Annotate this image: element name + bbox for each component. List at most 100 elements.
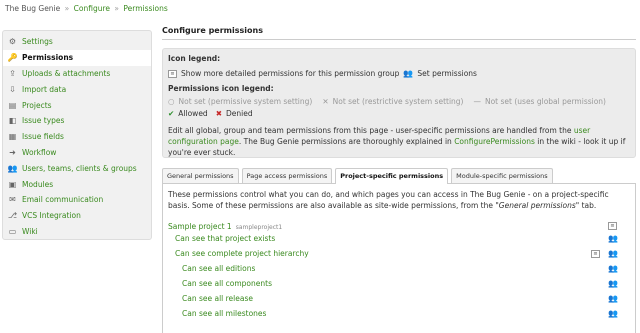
set-permissions-icon[interactable]: 👥 bbox=[608, 234, 618, 243]
perm-label[interactable]: Can see all milestones bbox=[182, 309, 266, 318]
sidebar-item-vcs[interactable]: ⎇ VCS Integration bbox=[3, 208, 151, 224]
set-permissions-icon[interactable]: 👥 bbox=[608, 264, 618, 273]
config-sidebar: ⚙ Settings 🔑 Permissions ⇪ Uploads & attach… bbox=[2, 30, 152, 240]
sidebar-item-label: Users, teams, clients & groups bbox=[22, 163, 137, 173]
perm-row: Can see that project exists 👥 bbox=[168, 231, 630, 246]
sidebar-item-label: VCS Integration bbox=[22, 211, 81, 221]
not-set-global-label: Not set (uses global permission) bbox=[484, 97, 606, 106]
breadcrumb-configure[interactable]: Configure bbox=[74, 4, 110, 13]
para-text: . The Bug Genie permissions are thorough… bbox=[238, 137, 455, 146]
perm-label[interactable]: Can see all components bbox=[182, 279, 272, 288]
perm-legend-row: ○ Not set (permissive system setting) ✕ … bbox=[168, 97, 630, 106]
gear-icon: ⚙ bbox=[8, 37, 17, 47]
legend-paragraph: Edit all global, group and team permissi… bbox=[168, 125, 630, 158]
detail-icon[interactable]: ≡ bbox=[591, 249, 601, 258]
perm-row: Can see all editions 👥 bbox=[168, 261, 630, 276]
perm-label[interactable]: Can see all editions bbox=[182, 264, 255, 273]
sidebar-item-workflow[interactable]: ➜ Workflow bbox=[3, 145, 151, 161]
upload-icon: ⇪ bbox=[9, 68, 16, 78]
breadcrumb-app[interactable]: The Bug Genie bbox=[5, 4, 60, 13]
sidebar-item-modules[interactable]: ▣ Modules bbox=[3, 176, 151, 192]
issue-type-icon: ◧ bbox=[8, 116, 17, 126]
sidebar-item-wiki[interactable]: ▭ Wiki bbox=[3, 224, 151, 240]
key-icon: 🔑 bbox=[7, 53, 18, 63]
vcs-icon: ⎇ bbox=[7, 211, 18, 221]
sidebar-item-uploads[interactable]: ⇪ Uploads & attachments bbox=[3, 66, 151, 82]
project-name[interactable]: Sample project 1 bbox=[168, 222, 232, 231]
allowed-icon: ✔ bbox=[168, 109, 175, 118]
perm-label[interactable]: Can see complete project hierarchy bbox=[175, 249, 309, 258]
folder-icon: ▤ bbox=[8, 100, 17, 110]
not-set-restrictive-icon: ✕ bbox=[322, 97, 329, 106]
configure-permissions-link[interactable]: ConfigurePermissions bbox=[454, 137, 535, 146]
sidebar-item-issue-fields[interactable]: ▦ Issue fields bbox=[3, 129, 151, 145]
breadcrumb: The Bug Genie » Configure » Permissions bbox=[5, 4, 168, 14]
perm-row: Can see all components 👥 bbox=[168, 276, 630, 291]
perm-row: Can see all milestones 👥 bbox=[168, 306, 630, 321]
sidebar-item-email[interactable]: ✉ Email communication bbox=[3, 192, 151, 208]
not-set-permissive-label: Not set (permissive system setting) bbox=[178, 97, 313, 106]
perm-row: Can see all release 👥 bbox=[168, 291, 630, 306]
tab-intro: These permissions control what you can d… bbox=[168, 189, 630, 211]
sidebar-item-permissions[interactable]: 🔑 Permissions bbox=[3, 49, 151, 66]
not-set-global-icon: — bbox=[473, 97, 481, 106]
breadcrumb-permissions[interactable]: Permissions bbox=[123, 4, 167, 13]
page-title: Configure permissions bbox=[162, 26, 636, 40]
sidebar-item-issue-types[interactable]: ◧ Issue types bbox=[3, 113, 151, 129]
issue-field-icon: ▦ bbox=[8, 132, 17, 142]
breadcrumb-sep: » bbox=[114, 4, 119, 13]
not-set-restrictive-label: Not set (restrictive system setting) bbox=[332, 97, 464, 106]
tab-general-permissions[interactable]: General permissions bbox=[162, 168, 239, 183]
set-permissions-icon: 👥 bbox=[403, 69, 414, 78]
sidebar-item-settings[interactable]: ⚙ Settings bbox=[3, 34, 151, 50]
tab-panel: These permissions control what you can d… bbox=[162, 184, 636, 333]
email-icon: ✉ bbox=[9, 195, 16, 205]
icon-legend-set: Set permissions bbox=[417, 69, 477, 78]
tab-page-access-permissions[interactable]: Page access permissions bbox=[241, 168, 333, 183]
sidebar-item-label: Permissions bbox=[22, 53, 74, 63]
detail-icon: ≡ bbox=[168, 69, 177, 78]
main-content: Configure permissions Icon legend: ≡ Sho… bbox=[162, 22, 636, 333]
import-icon: ⇩ bbox=[9, 84, 16, 94]
workflow-icon: ➜ bbox=[9, 147, 16, 157]
sidebar-item-label: Import data bbox=[22, 84, 67, 94]
not-set-permissive-icon: ○ bbox=[168, 97, 175, 106]
set-permissions-icon[interactable]: 👥 bbox=[608, 294, 618, 303]
intro-text: " tab. bbox=[575, 201, 597, 210]
set-permissions-icon[interactable]: 👥 bbox=[608, 309, 618, 318]
sidebar-item-users[interactable]: 👥 Users, teams, clients & groups bbox=[3, 160, 151, 176]
tab-project-specific-permissions[interactable]: Project-specific permissions bbox=[335, 168, 449, 184]
sidebar-item-projects[interactable]: ▤ Projects bbox=[3, 97, 151, 113]
sidebar-item-import[interactable]: ⇩ Import data bbox=[3, 81, 151, 97]
project-row[interactable]: Sample project 1 sampleproject1 ≡ bbox=[168, 221, 630, 231]
detail-icon[interactable]: ≡ bbox=[608, 222, 617, 230]
perm-legend-title: Permissions icon legend: bbox=[168, 84, 274, 93]
permission-tabs: General permissions Page access permissi… bbox=[162, 168, 636, 184]
module-icon: ▣ bbox=[8, 179, 17, 189]
legend-box: Icon legend: ≡ Show more detailed permis… bbox=[162, 48, 636, 158]
sidebar-item-label: Settings bbox=[22, 37, 53, 47]
tab-module-specific-permissions[interactable]: Module-specific permissions bbox=[451, 168, 553, 183]
sidebar-item-label: Modules bbox=[22, 179, 54, 189]
para-text: Edit all global, group and team permissi… bbox=[168, 126, 574, 135]
icon-legend-detail: Show more detailed permissions for this … bbox=[181, 69, 400, 78]
sidebar-item-label: Wiki bbox=[22, 226, 38, 236]
sidebar-item-label: Projects bbox=[22, 100, 52, 110]
perm-legend-row-2: ✔ Allowed ✖ Denied bbox=[168, 109, 630, 118]
set-permissions-icon[interactable]: 👥 bbox=[608, 249, 618, 258]
perm-row: Can see complete project hierarchy ≡ 👥 bbox=[168, 246, 630, 261]
sidebar-item-label: Workflow bbox=[22, 147, 57, 157]
allowed-label: Allowed bbox=[178, 109, 208, 118]
denied-icon: ✖ bbox=[215, 109, 222, 118]
icon-legend-row: ≡ Show more detailed permissions for thi… bbox=[168, 69, 630, 78]
denied-label: Denied bbox=[226, 109, 253, 118]
set-permissions-icon[interactable]: 👥 bbox=[608, 279, 618, 288]
breadcrumb-sep: » bbox=[64, 4, 70, 13]
perm-label[interactable]: Can see all release bbox=[182, 294, 253, 303]
intro-em: General permissions bbox=[498, 201, 576, 210]
wiki-icon: ▭ bbox=[8, 226, 17, 236]
perm-label[interactable]: Can see that project exists bbox=[175, 234, 275, 243]
icon-legend-title: Icon legend: bbox=[168, 54, 221, 63]
sidebar-item-label: Issue types bbox=[22, 116, 65, 126]
sidebar-item-label: Issue fields bbox=[22, 132, 64, 142]
